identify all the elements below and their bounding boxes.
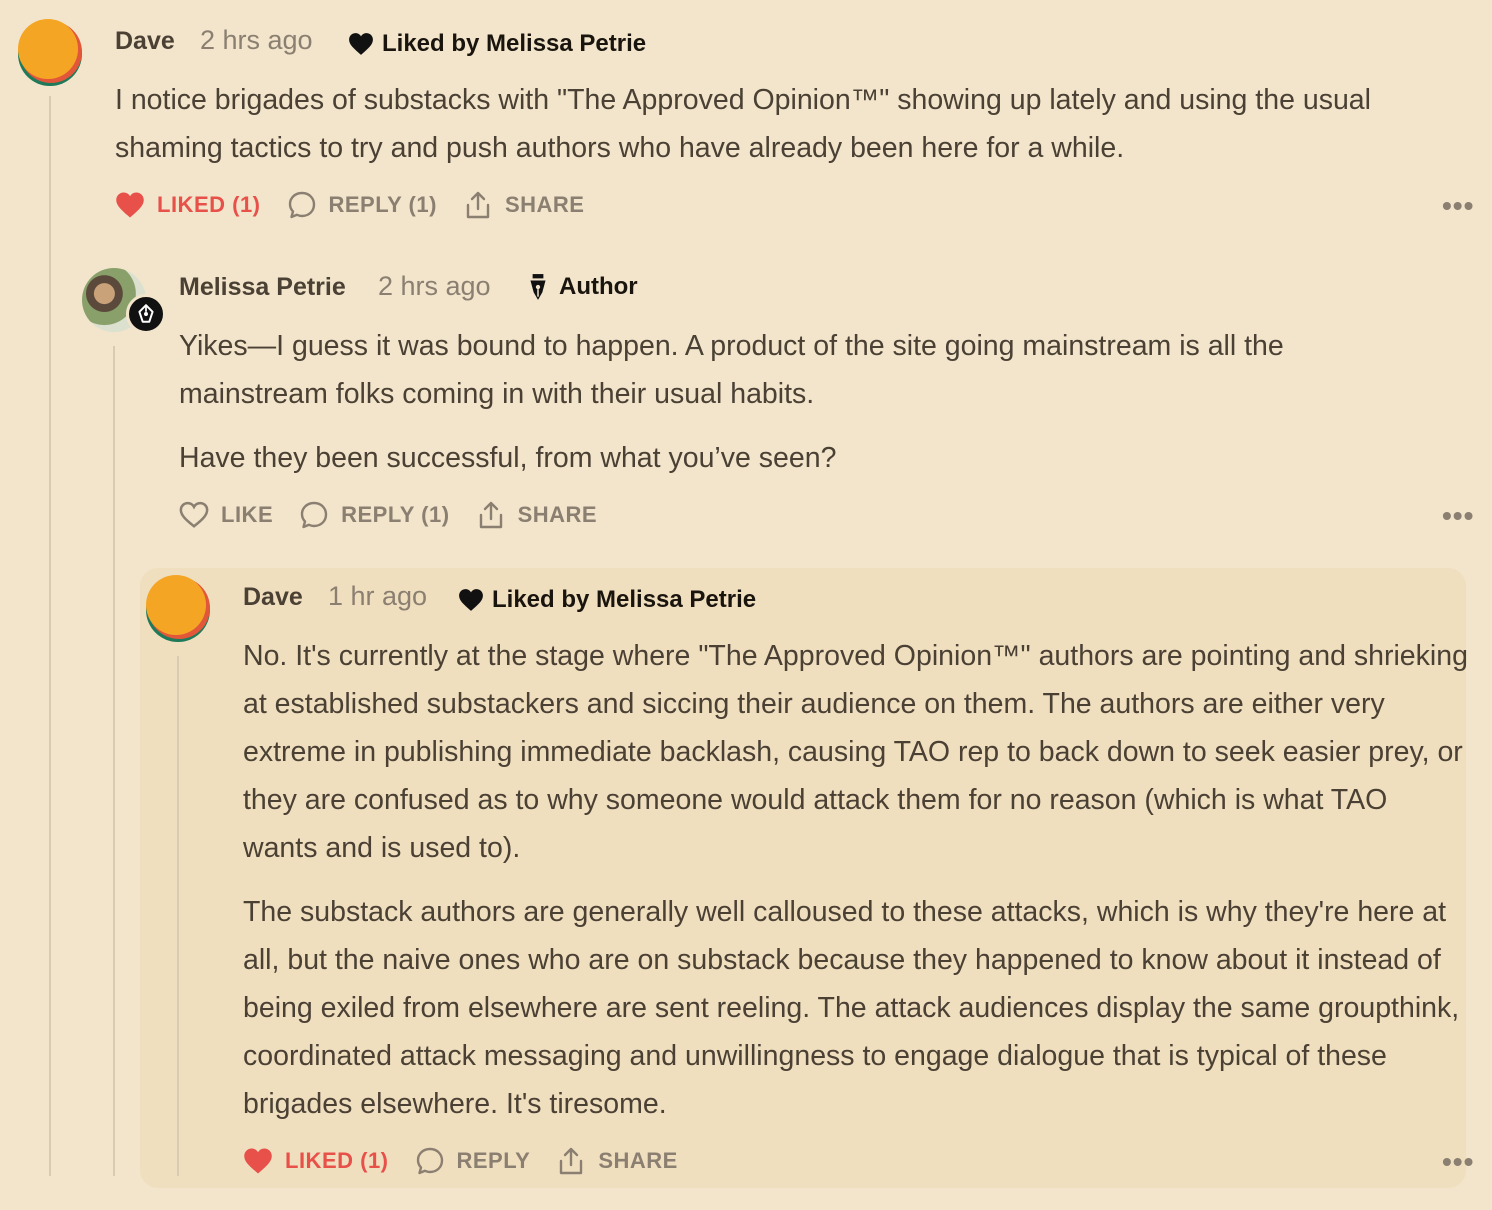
comment-author[interactable]: Dave [243,583,303,612]
speech-bubble-icon [416,1147,443,1175]
share-label: SHARE [598,1148,678,1173]
liked-by-label: Liked by Melissa Petrie [382,30,647,57]
heart-icon [349,33,373,55]
thread-line-3 [177,656,179,1176]
like-button[interactable]: LIKE [179,500,273,530]
more-options-button[interactable]: ••• [1442,190,1474,222]
comment-actions: LIKE REPLY (1) SHARE [179,500,623,530]
avatar[interactable] [146,575,210,642]
comment-time[interactable]: 2 hrs ago [378,271,491,302]
thread-line-2 [113,346,115,1176]
liked-by-indicator: Liked by Melissa Petrie [348,30,646,58]
reply-button[interactable]: REPLY [415,1146,531,1176]
comment-body: I notice brigades of substacks with "The… [115,84,1371,164]
thread-line-1 [49,96,51,1176]
author-badge-label: Author [559,273,638,300]
share-icon [560,1147,583,1175]
like-label: LIKE [221,502,274,527]
reply-label: REPLY [456,1148,531,1173]
share-label: SHARE [517,502,598,527]
liked-by-label: Liked by Melissa Petrie [492,586,757,613]
share-button[interactable]: SHARE [463,190,585,220]
heart-icon [459,589,483,611]
share-label: SHARE [504,192,585,217]
share-icon [466,191,490,219]
comment-author[interactable]: Melissa Petrie [179,273,346,302]
comment-body: Yikes—I guess it was bound to happen. A … [179,330,1284,410]
share-icon [479,501,502,529]
avatar[interactable] [18,19,82,86]
heart-icon [116,192,144,218]
more-options-button[interactable]: ••• [1442,500,1474,532]
comment-time[interactable]: 2 hrs ago [200,25,313,56]
comment-body: Have they been successful, from what you… [179,442,837,474]
like-label: LIKED (1) [285,1148,389,1173]
heart-icon [179,501,209,528]
speech-bubble-icon [300,501,328,529]
comment-actions: LIKED (1) REPLY SHARE [243,1146,704,1176]
share-button[interactable]: SHARE [556,1146,678,1176]
comment-body: No. It's currently at the stage where "T… [243,640,1468,864]
author-badge: Author [527,273,638,301]
liked-by-indicator: Liked by Melissa Petrie [458,586,756,614]
comment-actions: LIKED (1) REPLY (1) SHARE [115,190,610,220]
reply-label: REPLY (1) [328,192,437,217]
like-button[interactable]: LIKED (1) [243,1146,389,1176]
speech-bubble-icon [288,191,315,219]
comment-time[interactable]: 1 hr ago [328,581,427,612]
reply-label: REPLY (1) [341,502,450,527]
like-label: LIKED (1) [157,192,261,217]
like-button[interactable]: LIKED (1) [115,190,261,220]
heart-icon [244,1148,272,1174]
reply-button[interactable]: REPLY (1) [287,190,437,220]
comment-author[interactable]: Dave [115,27,175,56]
more-options-button[interactable]: ••• [1442,1146,1474,1178]
reply-button[interactable]: REPLY (1) [299,500,449,530]
comment-body: The substack authors are generally well … [243,896,1460,1120]
author-badge-icon [126,294,166,334]
pen-nib-icon [530,274,546,300]
share-button[interactable]: SHARE [476,500,598,530]
